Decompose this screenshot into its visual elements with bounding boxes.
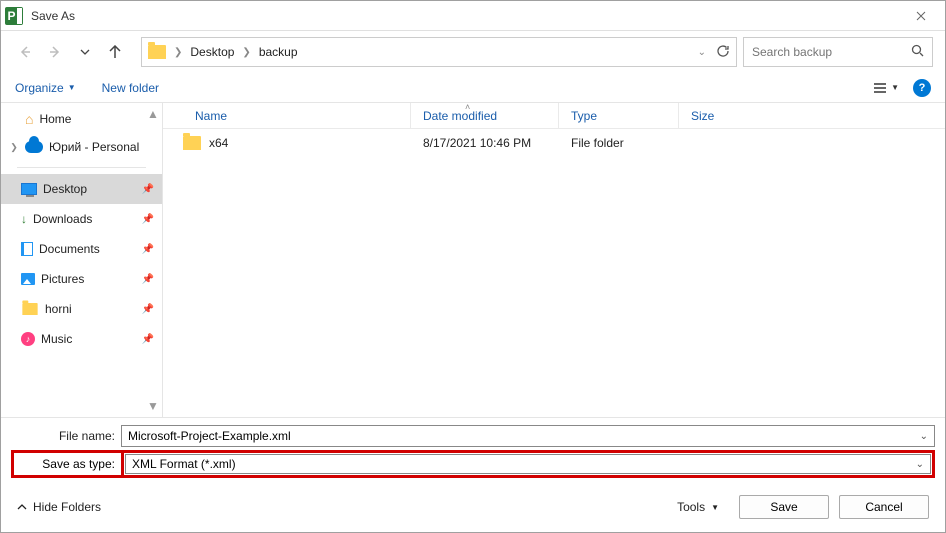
column-headers: Name Date modified Type Size	[163, 103, 945, 129]
nav-up-button[interactable]	[103, 40, 127, 64]
organize-label: Organize	[15, 81, 64, 95]
titlebar: P Save As	[1, 1, 945, 31]
sidebar-item-label: Юрий - Personal	[49, 140, 154, 154]
new-folder-button[interactable]: New folder	[102, 81, 159, 95]
refresh-button[interactable]	[716, 44, 730, 61]
search-icon	[911, 44, 924, 60]
sidebar-item-onedrive[interactable]: ❯ Юрий - Personal	[1, 133, 162, 161]
list-view-icon	[873, 82, 887, 94]
hide-folders-label: Hide Folders	[33, 500, 101, 514]
app-icon: P	[5, 7, 23, 25]
music-icon: ♪	[21, 332, 35, 346]
filetype-label: Save as type:	[42, 457, 115, 471]
close-button[interactable]	[901, 1, 941, 31]
chevron-down-icon[interactable]: ⌄	[698, 47, 706, 58]
breadcrumb-part[interactable]: backup	[259, 45, 298, 59]
chevron-down-icon: ▼	[68, 83, 76, 92]
sidebar-item-label: horni	[45, 302, 136, 316]
chevron-right-icon: ❯	[174, 47, 182, 58]
search-box[interactable]	[743, 37, 933, 67]
desktop-icon	[21, 183, 37, 195]
column-size[interactable]: Size	[679, 103, 769, 128]
chevron-down-icon: ▼	[891, 83, 899, 92]
filename-combo[interactable]: ⌄	[121, 425, 935, 447]
column-name[interactable]: Name	[163, 103, 411, 128]
filetype-value: XML Format (*.xml)	[132, 457, 916, 471]
chevron-right-icon: ❯	[242, 47, 250, 58]
address-bar[interactable]: ❯ Desktop ❯ backup ⌄	[141, 37, 737, 67]
close-icon	[916, 11, 926, 21]
new-folder-label: New folder	[102, 81, 159, 95]
body: ⌂ Home ❯ Юрий - Personal Desktop 📌 ↓ Dow…	[1, 103, 945, 418]
file-date: 8/17/2021 10:46 PM	[411, 136, 559, 150]
nav-forward-button[interactable]	[43, 40, 67, 64]
save-button[interactable]: Save	[739, 495, 829, 519]
nav-back-button[interactable]	[13, 40, 37, 64]
folder-icon	[183, 136, 201, 150]
footer: Hide Folders Tools ▼ Save Cancel	[1, 482, 945, 532]
home-icon: ⌂	[25, 111, 33, 127]
column-type[interactable]: Type	[559, 103, 679, 128]
toolbar: Organize ▼ New folder ▼ ?	[1, 73, 945, 103]
filename-label: File name:	[11, 429, 121, 443]
folder-icon	[148, 45, 166, 59]
chevron-down-icon[interactable]: ⌄	[920, 431, 928, 442]
arrow-up-icon	[108, 45, 122, 59]
pictures-icon	[21, 273, 35, 285]
sidebar-item-downloads[interactable]: ↓ Downloads 📌	[1, 204, 162, 234]
file-row[interactable]: x64 8/17/2021 10:46 PM File folder	[163, 129, 945, 157]
tools-button[interactable]: Tools ▼	[677, 500, 719, 514]
sidebar-item-label: Documents	[39, 242, 136, 256]
file-name: x64	[209, 136, 228, 150]
filetype-row: Save as type: XML Format (*.xml) ⌄	[11, 450, 935, 478]
sidebar-item-folder[interactable]: horni 📌	[1, 294, 162, 324]
cloud-icon	[25, 141, 43, 153]
tools-label: Tools	[677, 500, 705, 514]
file-type: File folder	[559, 136, 679, 150]
chevron-down-icon[interactable]: ⌄	[916, 459, 924, 470]
sidebar-item-music[interactable]: ♪ Music 📌	[1, 324, 162, 354]
sidebar-item-desktop[interactable]: Desktop 📌	[1, 174, 162, 204]
hide-folders-button[interactable]: Hide Folders	[17, 500, 101, 514]
chevron-down-icon: ▼	[711, 503, 719, 512]
sidebar-item-home[interactable]: ⌂ Home	[1, 105, 162, 133]
nav-row: ❯ Desktop ❯ backup ⌄	[1, 31, 945, 73]
sidebar-item-label: Desktop	[43, 182, 136, 196]
file-pane: ˄ Name Date modified Type Size x64 8/17/…	[163, 103, 945, 417]
chevron-right-icon[interactable]: ❯	[9, 142, 19, 153]
window-title: Save As	[31, 9, 75, 23]
sidebar-item-label: Pictures	[41, 272, 136, 286]
sidebar-item-label: Home	[39, 112, 154, 126]
cancel-button[interactable]: Cancel	[839, 495, 929, 519]
sidebar-item-label: Music	[41, 332, 136, 346]
document-icon	[21, 242, 33, 256]
chevron-up-icon	[17, 504, 27, 510]
save-fields: File name: ⌄ Save as type: XML Format (*…	[1, 418, 945, 482]
search-input[interactable]	[752, 45, 911, 59]
sidebar: ⌂ Home ❯ Юрий - Personal Desktop 📌 ↓ Dow…	[1, 103, 163, 417]
help-button[interactable]: ?	[913, 79, 931, 97]
refresh-icon	[716, 44, 730, 58]
chevron-down-icon	[80, 49, 90, 55]
arrow-left-icon	[18, 45, 32, 59]
filename-row: File name: ⌄	[11, 424, 935, 448]
filename-input[interactable]	[128, 429, 920, 443]
column-date[interactable]: Date modified	[411, 103, 559, 128]
filetype-combo[interactable]: XML Format (*.xml) ⌄	[125, 454, 931, 474]
divider	[17, 167, 146, 168]
view-menu-button[interactable]: ▼	[873, 82, 899, 94]
arrow-right-icon	[48, 45, 62, 59]
sidebar-item-label: Downloads	[33, 212, 136, 226]
sidebar-item-documents[interactable]: Documents 📌	[1, 234, 162, 264]
sidebar-item-pictures[interactable]: Pictures 📌	[1, 264, 162, 294]
breadcrumb-part[interactable]: Desktop	[190, 45, 234, 59]
nav-recent-button[interactable]	[73, 40, 97, 64]
folder-icon	[22, 303, 37, 315]
organize-button[interactable]: Organize ▼	[15, 81, 76, 95]
sort-indicator-icon: ˄	[465, 102, 470, 112]
download-icon: ↓	[21, 212, 27, 226]
sidebar-scrollbar[interactable]: ▲▼	[146, 107, 160, 413]
